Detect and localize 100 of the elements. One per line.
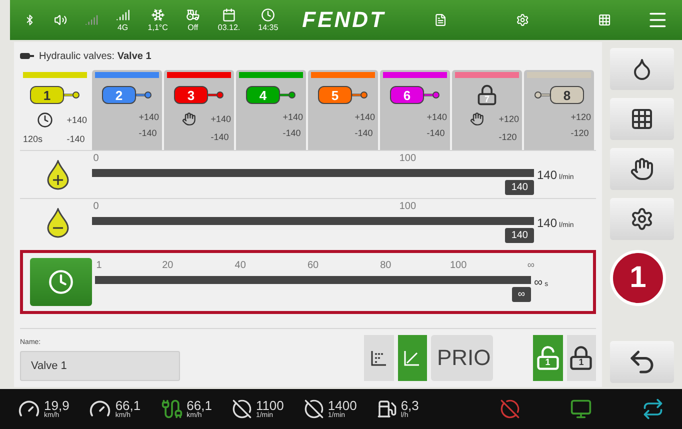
footer-value: 19,9 — [44, 399, 70, 412]
snowflake-icon — [150, 8, 165, 22]
value-badge: 140 — [505, 180, 534, 194]
valve-number: 7 — [484, 94, 490, 104]
scale-tick: 60 — [307, 260, 319, 271]
flow-minus: -120 — [570, 128, 590, 138]
settings-icon — [630, 207, 654, 231]
footer-value: 66,1 — [115, 399, 141, 412]
footer-value: 6,3 — [400, 399, 419, 412]
cylinder-label: 4 — [246, 86, 280, 104]
flow-plus: +120 — [498, 114, 519, 124]
piston-rod-icon — [64, 90, 80, 100]
flow-minus: -140 — [282, 128, 302, 138]
antenna-icon — [116, 8, 130, 22]
clock-icon — [261, 8, 276, 22]
ramp-mode-button[interactable] — [398, 335, 427, 381]
back-button[interactable] — [610, 341, 674, 383]
bluetooth-icon — [24, 13, 36, 27]
fuel-pump-icon — [376, 399, 397, 419]
scale-tick: 20 — [162, 260, 174, 271]
oil-drop-plus-icon — [47, 160, 69, 190]
steps-mode-button[interactable] — [364, 335, 394, 381]
scale-tick: 0 — [93, 152, 99, 164]
time-label: 14:35 — [258, 24, 278, 32]
flow-plus: +140 — [354, 112, 375, 122]
scale-tick: 0 — [93, 200, 99, 212]
valve-settings-button[interactable] — [610, 48, 674, 90]
piston-rod-icon — [424, 90, 440, 100]
name-field[interactable]: Valve 1 — [20, 351, 180, 381]
slider-reading: 140 — [537, 216, 558, 230]
flow-plus: +140 — [282, 112, 303, 122]
hand-icon — [630, 157, 654, 181]
switch-icon[interactable] — [642, 398, 664, 420]
footer-value: 1400 — [328, 399, 357, 412]
flow-minus: -120 — [498, 132, 518, 142]
oil-drop-minus-icon — [47, 208, 69, 238]
disabled-sensor-icon — [500, 399, 520, 419]
valve-tab[interactable]: 8 +120 -120 — [524, 70, 594, 150]
lock-number: 1 — [578, 357, 584, 367]
piston-rod-icon — [352, 90, 368, 100]
valve-tab[interactable]: 4 +140 -140 — [236, 70, 306, 150]
calendar-icon — [222, 8, 236, 22]
scale-tick: 100 — [450, 260, 467, 271]
callout-badge: 1 — [610, 250, 666, 306]
clock-icon — [48, 269, 74, 295]
lock-icon — [476, 84, 498, 106]
valve-tab[interactable]: 3 +140 -140 — [164, 70, 234, 150]
valve-tab[interactable]: 2 +140 -140 — [92, 70, 162, 150]
lock-button[interactable]: 1 — [566, 335, 596, 381]
flow-minus: -140 — [66, 134, 86, 144]
brand-logo: FENDT — [302, 7, 386, 33]
slider-reading: ∞ — [534, 275, 543, 289]
footer-value: 1100 — [256, 399, 284, 412]
hand-icon — [182, 112, 196, 126]
valve-tab[interactable]: 7 +120 -120 — [452, 70, 522, 150]
cylinder-label: 8 — [550, 86, 584, 104]
manual-button[interactable] — [610, 148, 674, 190]
hand-icon — [470, 112, 484, 126]
cylinder-label: 2 — [102, 86, 136, 104]
flow-plus: +120 — [570, 112, 591, 122]
tractor-icon — [186, 8, 200, 22]
piston-rod-icon — [208, 90, 224, 100]
piston-rod-icon — [136, 90, 152, 100]
cylinder-label: 5 — [318, 86, 352, 104]
valve-tab[interactable]: 5 +140 -140 — [308, 70, 378, 150]
slider-reading: 140 — [537, 168, 558, 182]
ramp-icon — [403, 349, 422, 367]
temperature-label: 1,1°C — [148, 24, 168, 32]
date-label: 03.12. — [218, 24, 240, 32]
network-label: 4G — [117, 24, 128, 32]
flow-minus: -140 — [426, 128, 446, 138]
flow-minus: -140 — [138, 128, 158, 138]
priority-button[interactable]: PRIO — [431, 335, 493, 381]
flow-plus: +140 — [426, 112, 447, 122]
terminal-icon[interactable] — [570, 398, 592, 420]
timer-value: 120s — [23, 134, 44, 144]
scale-tick: ∞ — [527, 260, 535, 271]
valve-tab[interactable]: 6 +140 -140 — [380, 70, 450, 150]
cylinder-label: 1 — [30, 86, 64, 104]
steps-icon — [370, 349, 388, 367]
scale-tick: 100 — [399, 200, 416, 212]
piston-rod-icon — [280, 90, 296, 100]
settings-button[interactable] — [610, 198, 674, 240]
piston-rod-icon — [534, 90, 550, 100]
scale-tick: 1 — [96, 260, 102, 271]
timer-button[interactable] — [30, 258, 92, 306]
value-badge: ∞ — [512, 287, 531, 302]
scale-tick: 100 — [399, 152, 416, 164]
flow-plus: +140 — [138, 112, 159, 122]
clock-icon — [36, 112, 53, 128]
pto-label: Off — [188, 24, 198, 32]
unlock-button[interactable]: 1 — [533, 335, 562, 381]
flow-plus: +140 — [210, 114, 231, 124]
flow-plus: +140 — [66, 115, 87, 125]
document-icon[interactable] — [434, 12, 447, 28]
padlock-icon — [568, 345, 594, 371]
flow-minus: -140 — [354, 128, 374, 138]
footer-value: 66,1 — [186, 399, 212, 412]
panel-title: Hydraulic valves: Valve 1 — [39, 50, 152, 62]
flow-minus: -140 — [210, 132, 230, 142]
